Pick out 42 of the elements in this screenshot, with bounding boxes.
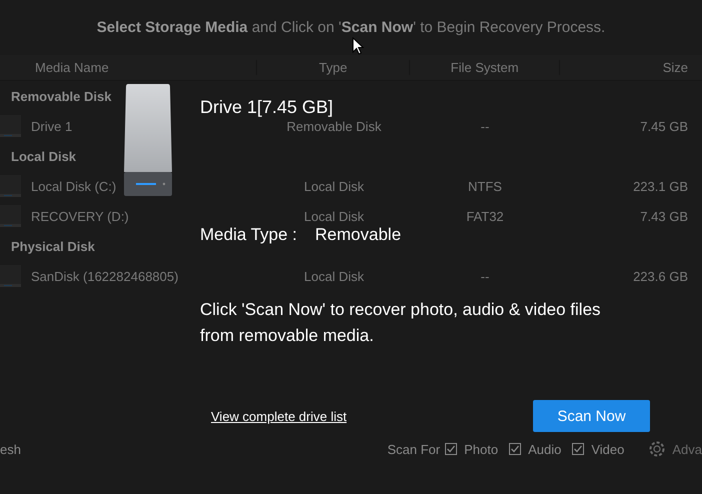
table-cell-text: Local Disk [303, 208, 365, 224]
table-cell: RECOVERY (D:) [31, 208, 129, 224]
table-cell-text: 223.6 GB [632, 268, 689, 284]
scan-now-button[interactable]: Scan Now [533, 400, 650, 432]
checkbox[interactable] [509, 443, 522, 455]
drive-icon [124, 84, 172, 196]
cursor-icon [352, 37, 364, 55]
option-label: Video [591, 442, 624, 456]
checkbox[interactable] [572, 443, 584, 455]
settings-icon[interactable] [647, 439, 668, 459]
media-type-value: Removable [315, 224, 402, 246]
table-cell-text: -- [480, 268, 490, 284]
table-cell-text: 7.45 GB [639, 118, 689, 134]
column-header: File System [410, 60, 560, 75]
table-cell-text: 7.43 GB [639, 208, 689, 224]
table-cell-text: Local Disk [303, 178, 365, 194]
table-cell: Local Disk (C:) [31, 178, 116, 194]
drive-list-link[interactable]: View complete drive list [211, 408, 347, 424]
checkbox[interactable] [445, 443, 458, 455]
table-cell-text: NTFS [467, 178, 503, 194]
table-cell: Drive 1 [31, 118, 72, 134]
group-label: Local Disk [11, 148, 76, 164]
table-cell-text: FAT32 [465, 208, 505, 224]
refresh-link[interactable]: esh [0, 442, 21, 456]
group-label: Physical Disk [11, 238, 95, 254]
group-label: Removable Disk [11, 88, 112, 104]
table-cell: SanDisk (162282468805) [31, 268, 178, 284]
scan-for-label: Scan For [387, 442, 440, 456]
option-label: Photo [464, 442, 498, 456]
instruction-text: Select Storage Media and Click on 'Scan Now' to Begin Recovery Process. [96, 19, 606, 36]
advanced-link[interactable]: Adva [672, 442, 702, 456]
description-text: Click 'Scan Now' to recover photo, audio & video files from removable media. [200, 299, 602, 347]
option-label: Audio [528, 442, 562, 456]
column-header: Media Name [0, 60, 258, 75]
column-header: Size [662, 60, 689, 75]
media-type-label: Media Type : [200, 224, 298, 246]
drive-title: Drive 1[7.45 GB] [200, 96, 334, 118]
table-cell-text: -- [480, 118, 490, 134]
column-header: Type [257, 60, 410, 75]
table-cell-text: Removable Disk [286, 118, 382, 134]
table-cell-text: Local Disk [303, 268, 365, 284]
table-cell-text: 223.1 GB [632, 178, 689, 194]
